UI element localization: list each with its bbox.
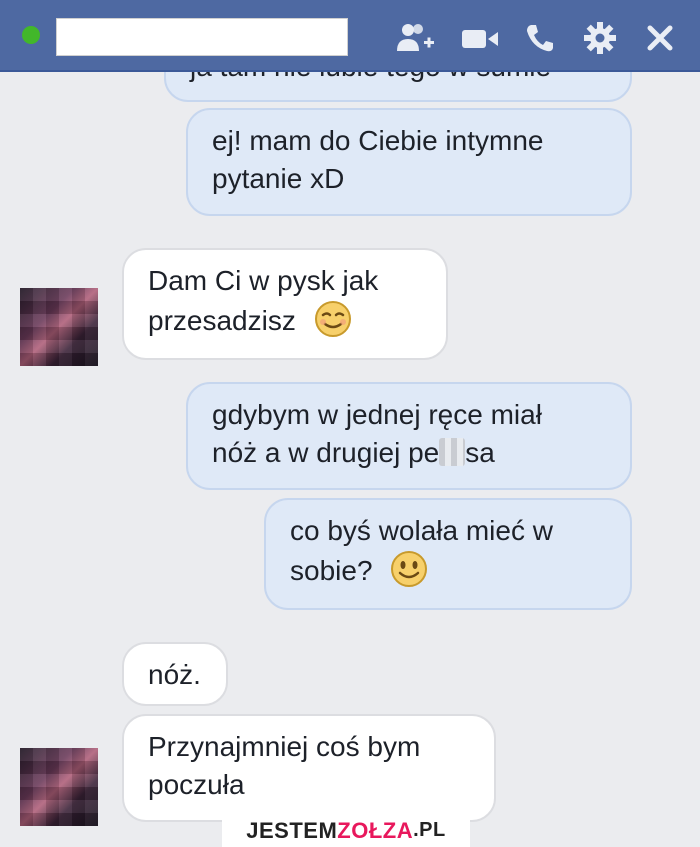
- watermark-text: .PL: [413, 819, 446, 841]
- message-text: ja tam nie lubie tego w sumie: [190, 72, 606, 86]
- message-bubble-incoming: Przynajmniej coś bym poczuła: [122, 714, 496, 822]
- message-text: gdybym w jednej ręce miał: [212, 399, 542, 430]
- contact-avatar[interactable]: [20, 748, 98, 826]
- message-bubble-outgoing: gdybym w jednej ręce miał nóż a w drugie…: [186, 382, 632, 490]
- message-bubble-outgoing: co byś wolała mieć w sobie?: [264, 498, 632, 610]
- chat-messages-area[interactable]: ja tam nie lubie tego w sumie ej! mam do…: [0, 72, 700, 847]
- smirk-emoji-icon: [314, 301, 351, 337]
- phone-call-icon[interactable]: [520, 18, 560, 58]
- message-bubble-incoming: Dam Ci w pysk jak przesadzisz: [122, 248, 448, 360]
- message-text: pytanie xD: [212, 163, 345, 194]
- close-icon[interactable]: [640, 18, 680, 58]
- site-watermark-logo: JESTEM ZOŁZA .PL: [222, 814, 470, 847]
- message-text: poczuła: [148, 769, 245, 800]
- message-text: nóż.: [148, 659, 201, 690]
- message-bubble-incoming: nóż.: [122, 642, 228, 706]
- message-text: przesadzisz: [148, 305, 296, 336]
- message-text: nóż a w drugiej pe: [212, 437, 440, 468]
- online-status-icon: [22, 26, 40, 44]
- message-bubble-outgoing: ej! mam do Ciebie intymne pytanie xD: [186, 108, 632, 216]
- add-friend-icon[interactable]: [396, 18, 436, 58]
- message-bubble-outgoing: ja tam nie lubie tego w sumie: [164, 72, 632, 102]
- censored-text-block: [439, 438, 466, 466]
- message-text: sa: [465, 437, 495, 468]
- smile-emoji-icon: [391, 551, 428, 587]
- message-text: Przynajmniej coś bym: [148, 731, 421, 762]
- message-text: ej! mam do Ciebie intymne: [212, 125, 544, 156]
- message-text: Dam Ci w pysk jak: [148, 265, 379, 296]
- message-text: co byś wolała mieć w: [290, 515, 553, 546]
- contact-avatar[interactable]: [20, 288, 98, 366]
- gear-icon[interactable]: [580, 18, 620, 58]
- message-text: sobie?: [290, 555, 373, 586]
- watermark-text: ZOŁZA: [337, 817, 414, 843]
- contact-name-field: [56, 18, 348, 56]
- watermark-text: JESTEM: [246, 817, 338, 843]
- video-call-icon[interactable]: [460, 18, 500, 58]
- chat-header: [0, 0, 700, 72]
